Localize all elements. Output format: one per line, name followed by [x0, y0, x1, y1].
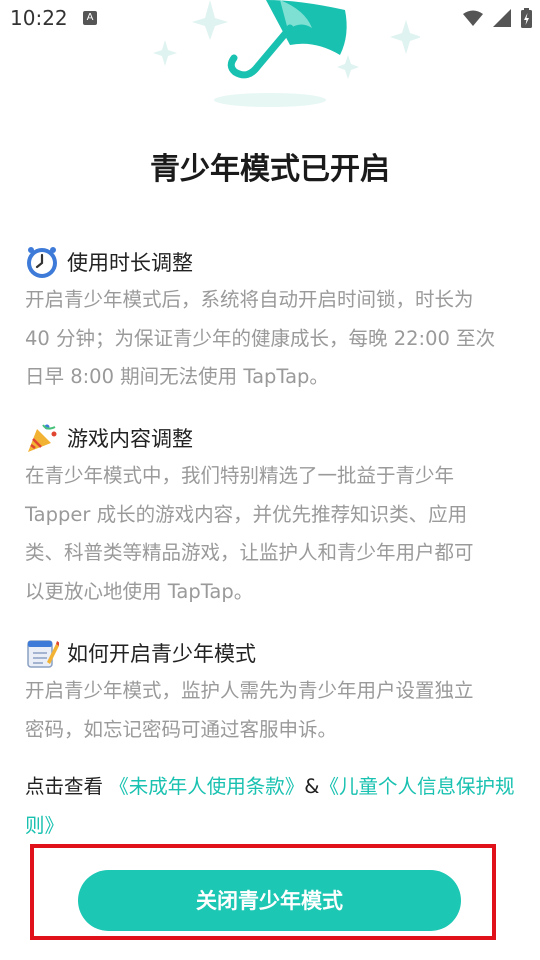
terms-separator: & [304, 775, 320, 798]
sparkle-icon [337, 55, 359, 79]
notification-icon: A [83, 11, 97, 25]
text-line: 密码，如忘记密码可通过客服申诉。 [25, 717, 338, 741]
page-title: 青少年模式已开启 [150, 152, 390, 187]
section-title: 使用时长调整 [67, 251, 193, 275]
battery-icon [521, 8, 532, 28]
text-line: 以更放心地使用 TapTap。 [25, 579, 254, 603]
text-line: Tapper 成长的游戏内容，并优先推荐知识类、应用 [25, 502, 468, 526]
sparkle-icon [390, 20, 420, 54]
party-popper-icon [25, 421, 59, 455]
notepad-icon [25, 636, 59, 670]
close-teen-mode-button[interactable]: 关闭青少年模式 [78, 870, 461, 931]
signal-icon [493, 9, 511, 27]
text-line: 40 分钟；为保证青少年的健康成长，每晚 22:00 至次 [25, 326, 496, 350]
section-game-content: 游戏内容调整 在青少年模式中，我们特别精选了一批益于青少年 Tapper 成长的… [25, 419, 520, 611]
section-how-to-enable: 如何开启青少年模式 开启青少年模式，监护人需先为青少年用户设置独立 密码，如忘记… [25, 634, 520, 749]
section-description: 开启青少年模式，监护人需先为青少年用户设置独立 密码，如忘记密码可通过客服申诉。 [25, 672, 520, 749]
section-description: 开启青少年模式后，系统将自动开启时间锁，时长为 40 分钟；为保证青少年的健康成… [25, 281, 520, 397]
sparkle-icon [153, 40, 177, 66]
status-time: 10:22 [10, 6, 68, 30]
sparkle-icon [192, 0, 228, 40]
section-description: 在青少年模式中，我们特别精选了一批益于青少年 Tapper 成长的游戏内容，并优… [25, 457, 520, 611]
text-line: 开启青少年模式后，系统将自动开启时间锁，时长为 [25, 288, 474, 311]
wifi-icon [463, 10, 483, 26]
text-line: 类、科普类等精品游戏，让监护人和青少年用户都可 [25, 541, 474, 564]
text-line: 在青少年模式中，我们特别精选了一批益于青少年 [25, 464, 455, 487]
terms-prefix: 点击查看 [25, 775, 110, 798]
text-line: 开启青少年模式，监护人需先为青少年用户设置独立 [25, 679, 474, 702]
section-title: 游戏内容调整 [67, 427, 193, 451]
terms-links: 点击查看 《未成年人使用条款》&《儿童个人信息保护规则》 [25, 768, 520, 845]
text-line: 日早 8:00 期间无法使用 TapTap。 [25, 365, 329, 388]
clock-icon [25, 245, 59, 279]
umbrella-illustration [153, 0, 420, 107]
minor-terms-link[interactable]: 《未成年人使用条款》 [109, 775, 304, 798]
section-usage-time: 使用时长调整 开启青少年模式后，系统将自动开启时间锁，时长为 40 分钟；为保证… [25, 243, 520, 397]
section-title: 如何开启青少年模式 [67, 642, 256, 666]
